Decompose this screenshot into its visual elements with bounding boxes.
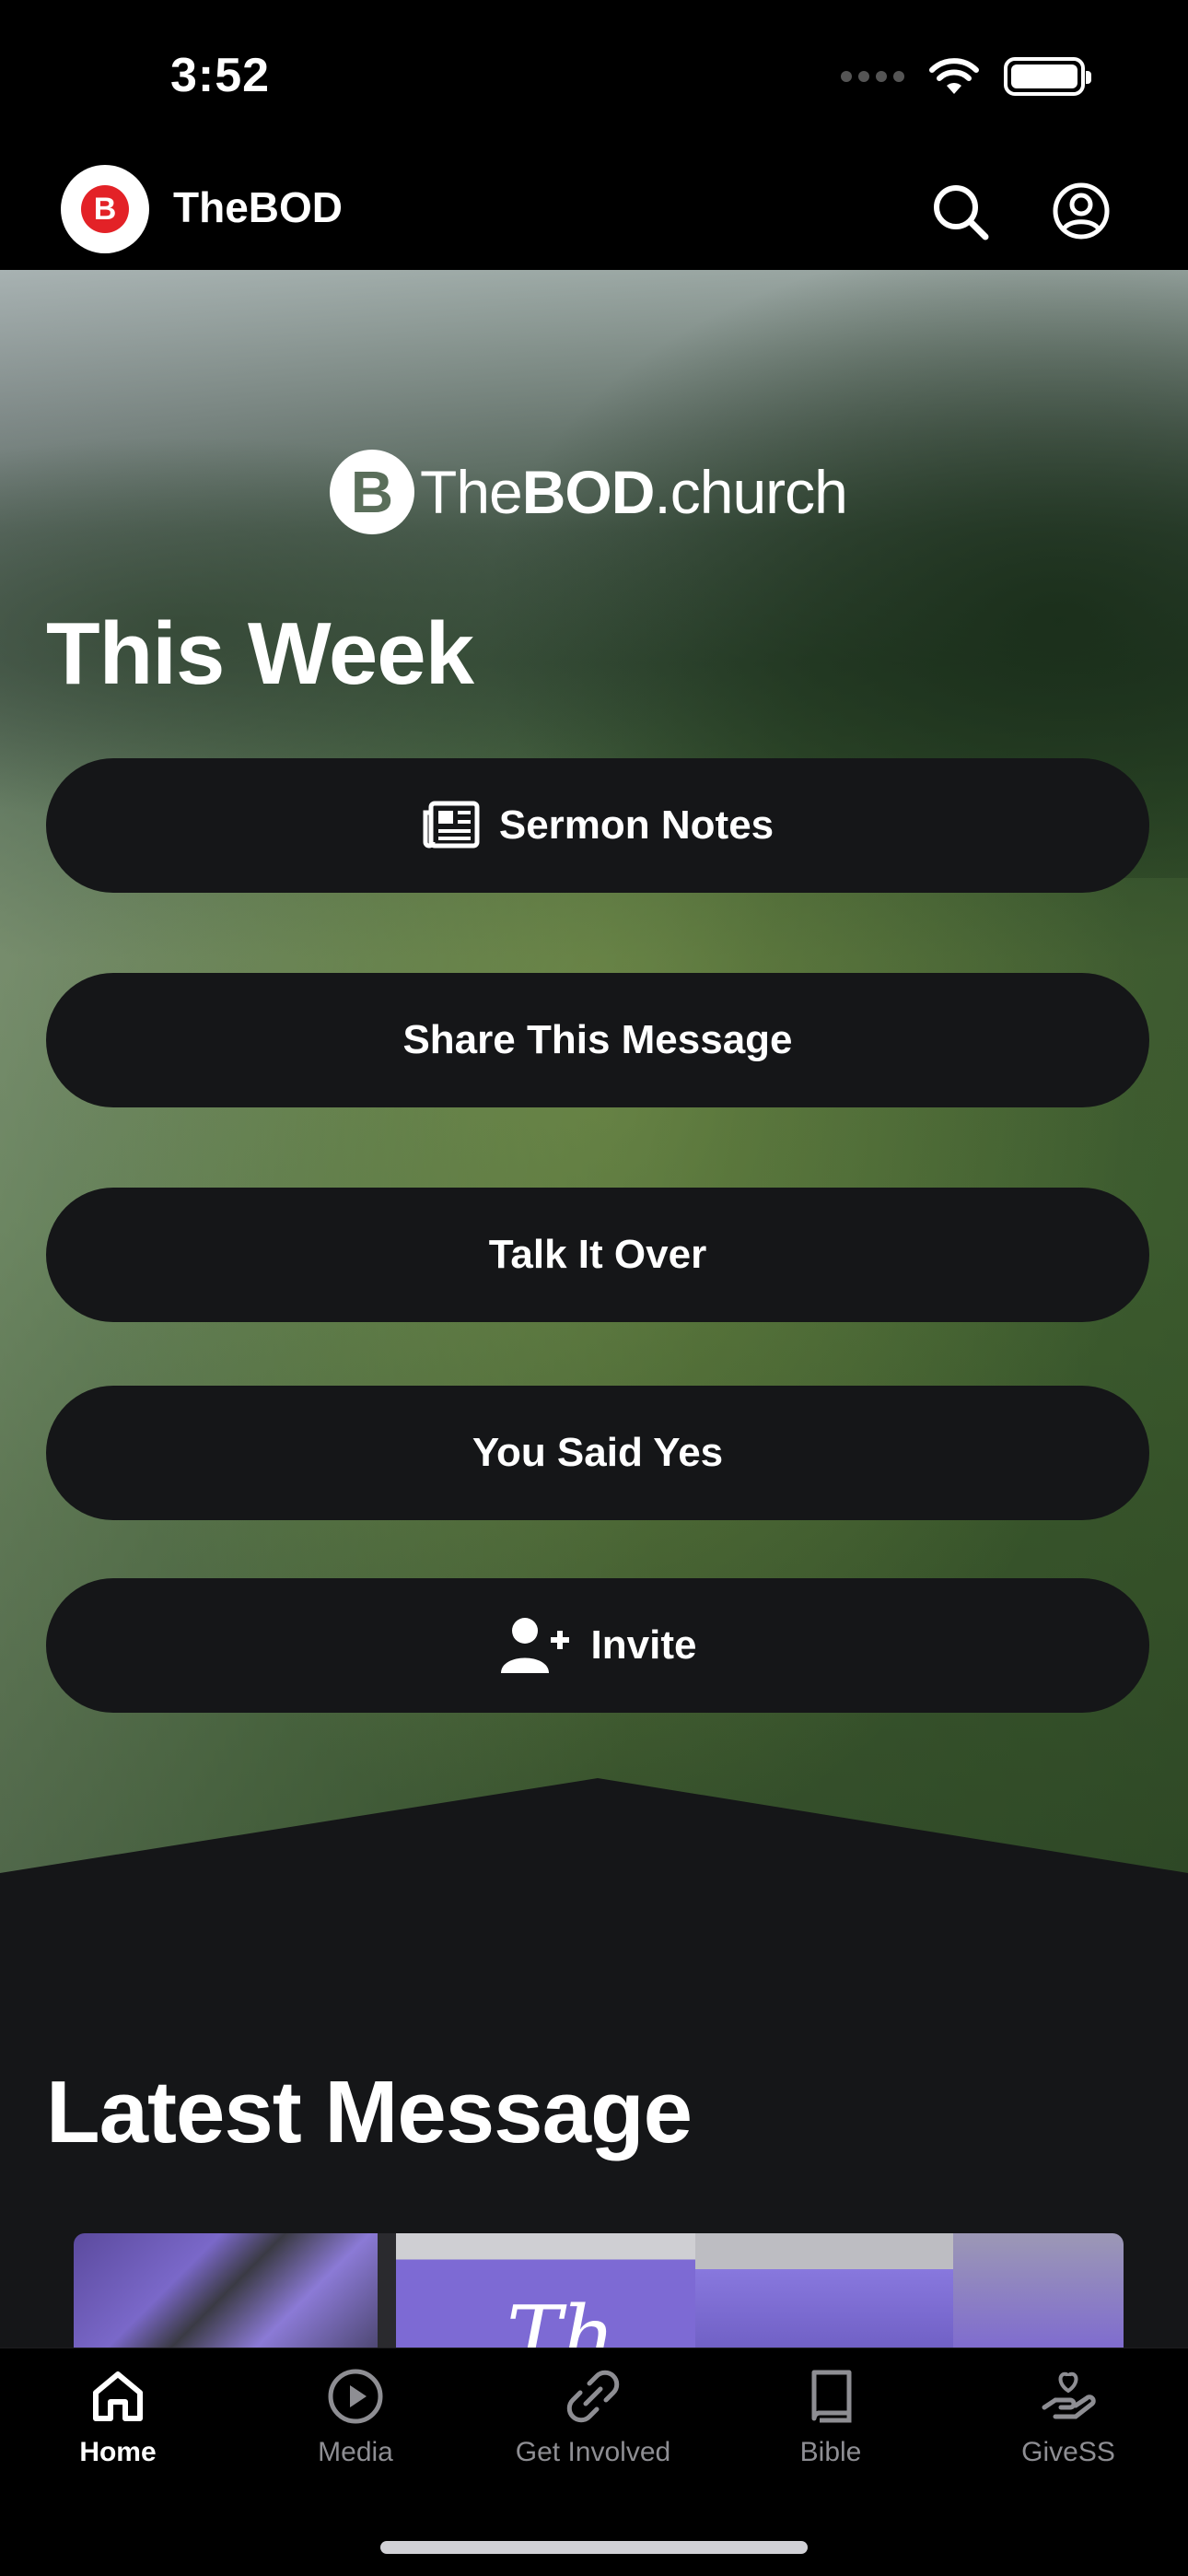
latest-message-thumbnail[interactable]: Th bbox=[74, 2233, 1124, 2353]
this-week-title: This Week bbox=[46, 604, 474, 703]
search-icon[interactable] bbox=[928, 180, 991, 242]
invite-label: Invite bbox=[590, 1622, 697, 1668]
tab-bible[interactable]: Bible bbox=[729, 2367, 932, 2468]
app-logo[interactable]: B bbox=[61, 165, 149, 253]
you-said-yes-button[interactable]: You Said Yes bbox=[46, 1386, 1149, 1520]
tab-bible-label: Bible bbox=[799, 2437, 862, 2467]
play-circle-icon bbox=[328, 2369, 383, 2424]
thumbnail-script-text: Th bbox=[507, 2289, 615, 2353]
tab-home-label: Home bbox=[79, 2437, 157, 2467]
tab-media[interactable]: Media bbox=[254, 2367, 457, 2468]
share-this-message-button[interactable]: Share This Message bbox=[46, 973, 1149, 1107]
sermon-notes-label: Sermon Notes bbox=[498, 802, 775, 848]
church-logo: B TheBOD.church bbox=[330, 450, 848, 534]
home-icon bbox=[93, 2371, 143, 2421]
latest-message-title: Latest Message bbox=[46, 2063, 693, 2161]
account-icon[interactable] bbox=[1050, 180, 1112, 242]
newspaper-icon bbox=[423, 801, 480, 849]
user-plus-icon bbox=[500, 1618, 569, 1673]
wifi-icon bbox=[929, 58, 979, 94]
give-hand-heart-icon bbox=[1042, 2371, 1096, 2419]
book-icon bbox=[811, 2370, 852, 2423]
cellular-icon bbox=[841, 71, 904, 82]
app-header: B TheBOD bbox=[0, 152, 1188, 270]
sermon-notes-button[interactable]: Sermon Notes bbox=[46, 758, 1149, 893]
tab-media-label: Media bbox=[318, 2437, 393, 2467]
tab-givess[interactable]: GiveSS bbox=[967, 2367, 1170, 2468]
talk-it-over-label: Talk It Over bbox=[488, 1232, 707, 1277]
invite-button[interactable]: Invite bbox=[46, 1578, 1149, 1713]
status-bar: 3:52 bbox=[0, 0, 1188, 152]
logo-letter: B bbox=[81, 185, 129, 233]
link-icon bbox=[566, 2370, 620, 2423]
home-indicator[interactable] bbox=[380, 2541, 808, 2554]
tab-get-involved[interactable]: Get Involved bbox=[492, 2367, 694, 2468]
tab-get-involved-label: Get Involved bbox=[515, 2437, 671, 2467]
tab-givess-label: GiveSS bbox=[1021, 2437, 1115, 2467]
you-said-yes-label: You Said Yes bbox=[472, 1430, 724, 1475]
battery-icon bbox=[1004, 57, 1091, 96]
talk-it-over-button[interactable]: Talk It Over bbox=[46, 1188, 1149, 1322]
tab-home[interactable]: Home bbox=[17, 2367, 219, 2468]
church-logo-mark: B bbox=[330, 450, 414, 534]
app-title: TheBOD bbox=[173, 183, 343, 231]
church-logo-text: TheBOD.church bbox=[420, 458, 848, 526]
share-this-message-label: Share This Message bbox=[402, 1017, 793, 1062]
status-icons bbox=[841, 57, 1091, 96]
hero-background: B TheBOD.church This Week Sermon Notes S… bbox=[0, 270, 1188, 1910]
status-time: 3:52 bbox=[170, 49, 271, 102]
